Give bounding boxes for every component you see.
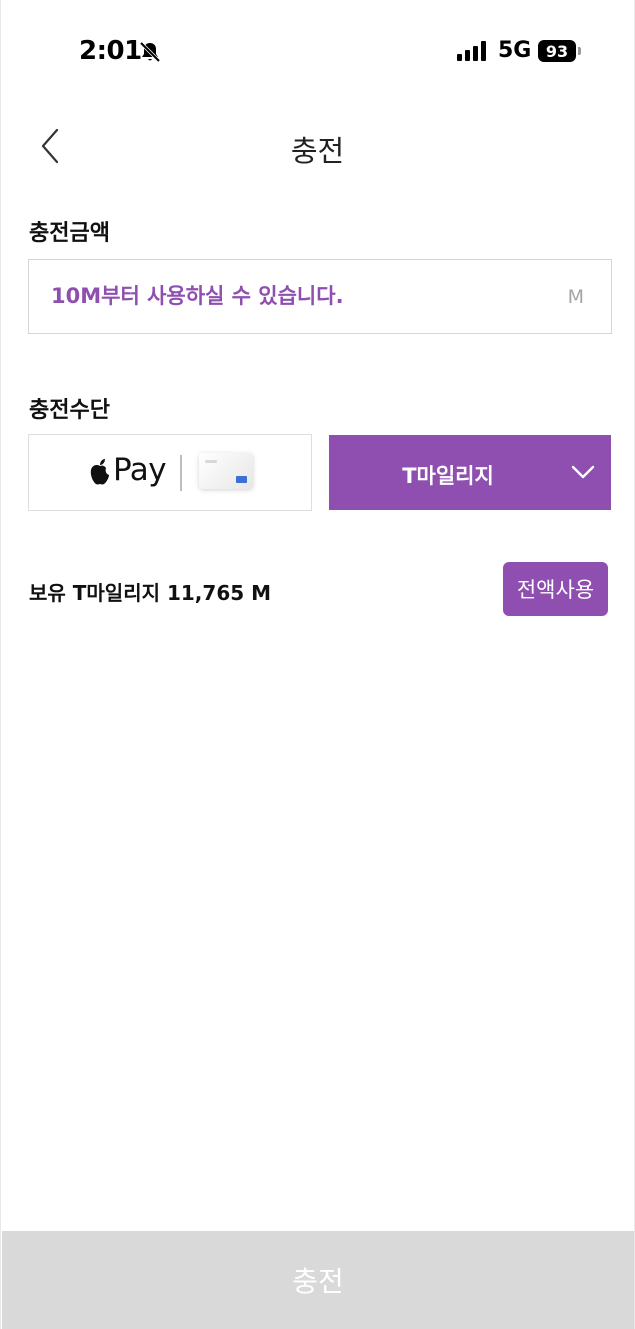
status-time: 2:01 bbox=[79, 36, 142, 66]
mileage-label: T마일리지 bbox=[402, 464, 494, 488]
amount-unit: M bbox=[567, 286, 584, 308]
apple-pay-button[interactable]: Pay bbox=[28, 434, 312, 511]
signal-icon bbox=[457, 41, 486, 61]
amount-input[interactable] bbox=[51, 260, 551, 332]
card-chip bbox=[205, 460, 217, 463]
use-all-button[interactable]: 전액사용 bbox=[503, 562, 608, 616]
battery-cap bbox=[578, 47, 581, 55]
mileage-select[interactable]: T마일리지 bbox=[329, 435, 611, 510]
card-brand-mark bbox=[236, 476, 247, 483]
method-section-label: 충전수단 bbox=[29, 398, 110, 423]
mileage-balance: 보유 T마일리지 11,765 M bbox=[29, 581, 272, 605]
amount-section-label: 충전금액 bbox=[29, 221, 110, 246]
bell-slash-icon bbox=[139, 41, 161, 63]
card-image bbox=[199, 453, 253, 489]
page-title: 충전 bbox=[290, 134, 345, 168]
apple-pay-divider bbox=[180, 455, 182, 491]
chevron-down-icon bbox=[571, 465, 595, 479]
apple-icon bbox=[90, 459, 109, 485]
charge-button[interactable]: 충전 bbox=[2, 1231, 634, 1329]
charge-screen: 2:01 5G 93 충전 충전금액 M 충전수단 Pay bbox=[0, 0, 635, 1329]
amount-field[interactable]: M bbox=[28, 259, 612, 334]
network-type: 5G bbox=[498, 38, 532, 63]
battery-indicator: 93 bbox=[538, 40, 576, 62]
apple-pay-label: Pay bbox=[113, 452, 167, 488]
